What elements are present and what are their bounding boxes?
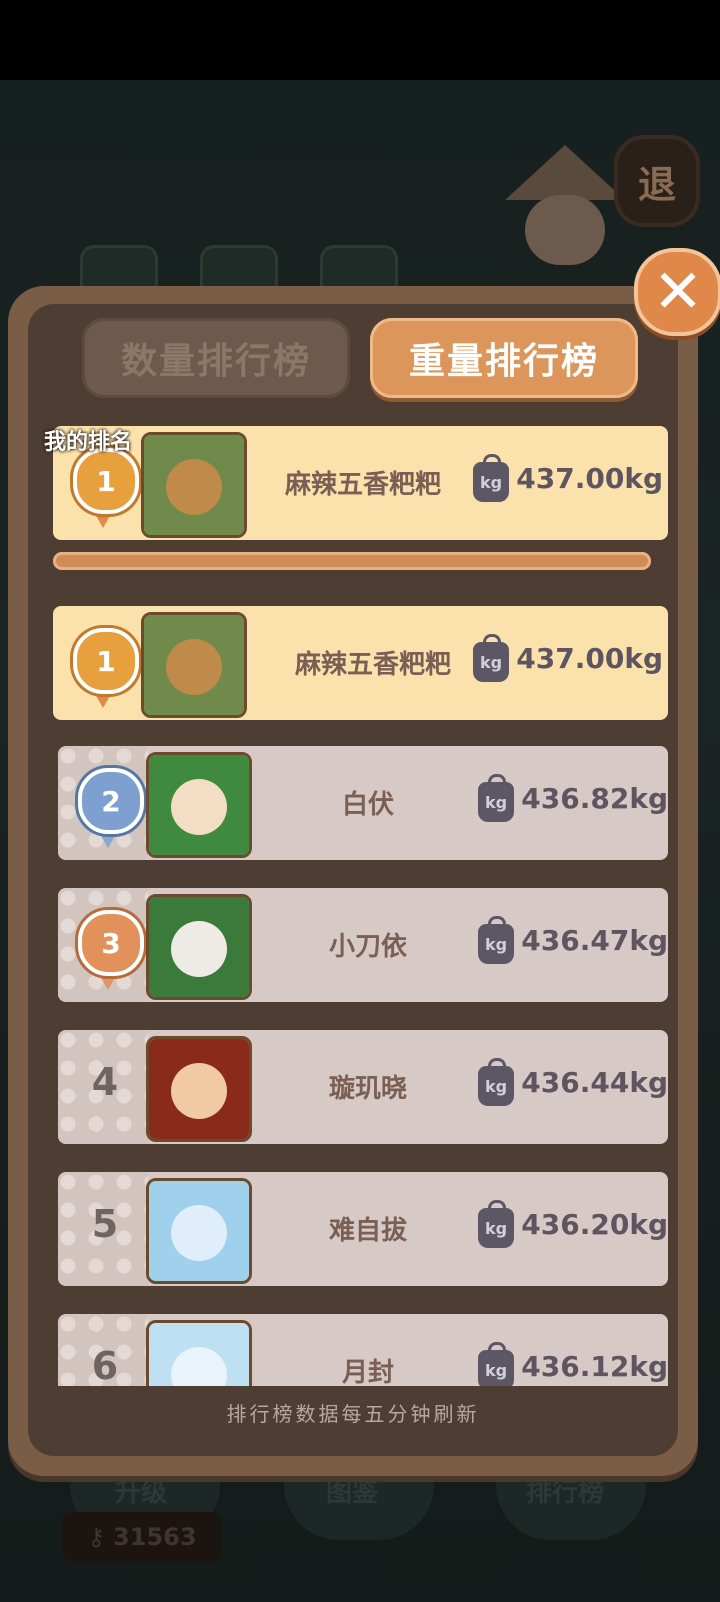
straw-hat-icon [505,145,625,200]
tab-count-ranking[interactable]: 数量排行榜 [82,318,350,398]
player-name: 小刀依 [328,932,407,962]
medal-rank: 1 [73,448,139,514]
avatar [141,612,247,718]
rank-number: 5 [91,1202,119,1246]
weight-icon: kg [478,916,514,964]
player-name: 麻辣五香粑粑 [284,470,441,500]
player-name: 月封 [341,1358,394,1386]
silver-medal-icon: 2 [78,768,144,848]
refresh-note: 排行榜数据每五分钟刷新 [226,1402,480,1426]
collection-label: 图鉴 [326,1478,379,1508]
medal-rank: 3 [78,910,144,976]
medal-rank: 1 [73,628,139,694]
ranking-label: 排行榜 [526,1478,605,1508]
gold-medal-icon: 1 [73,628,139,708]
player-weight: 436.82kg [521,782,668,815]
my-rank-label: 我的排名 [44,430,133,455]
player-name: 麻辣五香粑粑 [294,650,451,680]
weight-icon: kg [478,774,514,822]
list-item: 5 难自拔 kg 436.20kg [58,1172,668,1286]
coin-counter: ⚷ 31563 [62,1512,222,1562]
avatar [146,752,252,858]
weight-icon: kg [478,1058,514,1106]
weight-icon: kg [478,1342,514,1386]
exit-button[interactable]: 退 [614,135,700,227]
list-item: 2 白伏 kg 436.82kg [58,746,668,860]
gold-medal-icon: 1 [73,448,139,528]
upgrade-label: 升级 [115,1478,168,1508]
list-item: 1 麻辣五香粑粑 kg 437.00kg [53,606,668,720]
tab-weight-ranking[interactable]: 重量排行榜 [370,318,638,398]
close-button[interactable]: ✕ [634,248,720,336]
coin-value: 31563 [113,1523,197,1551]
leaderboard-list[interactable]: 1 麻辣五香粑粑 kg 437.00kg 2 白伏 kg 436.82kg 3 [0,600,720,1386]
weight-icon: kg [473,634,509,682]
weight-icon: kg [473,454,509,502]
avatar [146,894,252,1000]
player-weight: 436.20kg [521,1208,668,1241]
player-name: 璇玑晓 [328,1074,407,1104]
list-item: 6 月封 kg 436.12kg [58,1314,668,1386]
list-item: 4 璇玑晓 kg 436.44kg [58,1030,668,1144]
list-item: 3 小刀依 kg 436.47kg [58,888,668,1002]
avatar [146,1036,252,1142]
close-icon: ✕ [652,257,704,327]
bronze-medal-icon: 3 [78,910,144,990]
my-rank-row: 1 麻辣五香粑粑 kg 437.00kg [53,426,668,540]
player-weight: 436.44kg [521,1066,668,1099]
player-name: 难自拔 [328,1216,407,1246]
npc-character [500,145,630,295]
key-icon: ⚷ [87,1523,106,1551]
avatar [146,1178,252,1284]
player-name: 白伏 [341,790,394,820]
npc-face [525,195,605,265]
weight-icon: kg [478,1200,514,1248]
divider-bar [53,552,651,570]
avatar [141,432,247,538]
player-weight: 437.00kg [516,642,663,675]
player-weight: 437.00kg [516,462,663,495]
player-weight: 436.12kg [521,1350,668,1383]
player-weight: 436.47kg [521,924,668,957]
avatar [146,1320,252,1386]
rank-number: 4 [91,1060,119,1104]
medal-rank: 2 [78,768,144,834]
status-bar [0,0,720,80]
rank-number: 6 [91,1344,119,1386]
